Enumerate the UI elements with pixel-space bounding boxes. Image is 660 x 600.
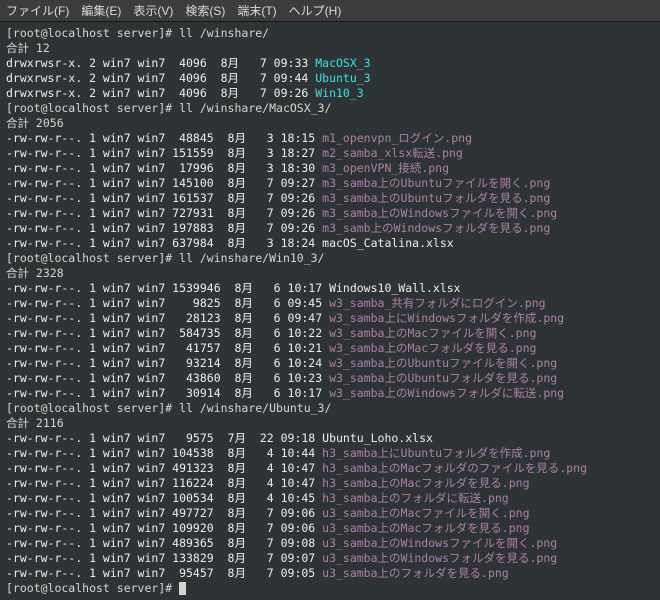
file-entry: w3_samba上のWindowsフォルダに転送.png xyxy=(329,386,564,400)
ls-row: drwxrwsr-x. 2 win7 win7 4096 8月 7 09:26 … xyxy=(6,86,654,101)
file-entry: w3_samba上のMacファイルを開く.png xyxy=(329,326,536,340)
ls-row: -rw-rw-r--. 1 win7 win7 145100 8月 7 09:2… xyxy=(6,176,654,191)
ls-row: -rw-rw-r--. 1 win7 win7 28123 8月 6 09:47… xyxy=(6,311,654,326)
file-entry: u3_samba上のWindowsファイルを開く.png xyxy=(322,536,557,550)
file-entry: u3_samba上のWindowsフォルダを見る.png xyxy=(322,551,557,565)
total-line: 合計 2328 xyxy=(6,266,654,281)
ls-row: -rw-rw-r--. 1 win7 win7 43860 8月 6 10:23… xyxy=(6,371,654,386)
ls-row: -rw-rw-r--. 1 win7 win7 133829 8月 7 09:0… xyxy=(6,551,654,566)
file-entry: h3_samba上のMacフォルダのファイルを見る.png xyxy=(322,461,587,475)
ls-row: drwxrwsr-x. 2 win7 win7 4096 8月 7 09:33 … xyxy=(6,56,654,71)
ls-row: -rw-rw-r--. 1 win7 win7 41757 8月 6 10:21… xyxy=(6,341,654,356)
ls-row: -rw-rw-r--. 1 win7 win7 584735 8月 6 10:2… xyxy=(6,326,654,341)
ls-row: -rw-rw-r--. 1 win7 win7 9825 8月 6 09:45 … xyxy=(6,296,654,311)
file-entry: w3_samba上にWindowsフォルダを作成.png xyxy=(329,311,564,325)
file-entry: m3_samba上のWindowsファイルを開く.png xyxy=(322,206,557,220)
ls-row: -rw-rw-r--. 1 win7 win7 497727 8月 7 09:0… xyxy=(6,506,654,521)
file-entry: m3_samba上のUbuntuファイルを開く.png xyxy=(322,176,550,190)
file-entry: w3_samba上のUbuntuフォルダを見る.png xyxy=(329,371,557,385)
ls-row: -rw-rw-r--. 1 win7 win7 116224 8月 4 10:4… xyxy=(6,476,654,491)
file-entry: w3_samba上のMacフォルダを見る.png xyxy=(329,341,536,355)
menu-file[interactable]: ファイル(F) xyxy=(6,2,69,19)
menu-view[interactable]: 表示(V) xyxy=(133,2,173,19)
prompt: [root@localhost server]# ll /winshare/ xyxy=(6,26,654,41)
file-entry: w3_samba上のUbuntuファイルを開く.png xyxy=(329,356,557,370)
file-entry: Ubuntu_Loho.xlsx xyxy=(322,431,433,445)
ls-row: -rw-rw-r--. 1 win7 win7 1539946 8月 6 10:… xyxy=(6,281,654,296)
menu-search[interactable]: 検索(S) xyxy=(185,2,225,19)
ls-row: -rw-rw-r--. 1 win7 win7 93214 8月 6 10:24… xyxy=(6,356,654,371)
menu-terminal[interactable]: 端末(T) xyxy=(237,2,276,19)
ls-row: -rw-rw-r--. 1 win7 win7 491323 8月 4 10:4… xyxy=(6,461,654,476)
prompt: [root@localhost server]# ll /winshare/Ub… xyxy=(6,401,654,416)
ls-row: -rw-rw-r--. 1 win7 win7 30914 8月 6 10:17… xyxy=(6,386,654,401)
ls-row: -rw-rw-r--. 1 win7 win7 109920 8月 7 09:0… xyxy=(6,521,654,536)
ls-row: -rw-rw-r--. 1 win7 win7 489365 8月 7 09:0… xyxy=(6,536,654,551)
prompt[interactable]: [root@localhost server]# xyxy=(6,581,654,596)
file-entry: w3_samba_共有フォルダにログイン.png xyxy=(329,296,546,310)
file-entry: h3_samba上にUbuntuフォルダを作成.png xyxy=(322,446,550,460)
menu-help[interactable]: ヘルプ(H) xyxy=(289,2,342,19)
dir-entry: Win10_3 xyxy=(315,86,363,100)
ls-row: -rw-rw-r--. 1 win7 win7 161537 8月 7 09:2… xyxy=(6,191,654,206)
file-entry: h3_samba上のフォルダに転送.png xyxy=(322,491,509,505)
ls-row: -rw-rw-r--. 1 win7 win7 17996 8月 3 18:30… xyxy=(6,161,654,176)
cursor xyxy=(179,582,186,595)
file-entry: m3_openVPN_接続.png xyxy=(322,161,449,175)
ls-row: -rw-rw-r--. 1 win7 win7 637984 8月 3 18:2… xyxy=(6,236,654,251)
dir-entry: Ubuntu_3 xyxy=(315,71,370,85)
ls-row: -rw-rw-r--. 1 win7 win7 151559 8月 3 18:2… xyxy=(6,146,654,161)
ls-row: -rw-rw-r--. 1 win7 win7 48845 8月 3 18:15… xyxy=(6,131,654,146)
file-entry: u3_samba上のフォルダを見る.png xyxy=(322,566,509,580)
file-entry: Windows10_Wall.xlsx xyxy=(329,281,461,295)
prompt: [root@localhost server]# ll /winshare/Ma… xyxy=(6,101,654,116)
file-entry: m2_samba_xlsx転送.png xyxy=(322,146,463,160)
ls-row: -rw-rw-r--. 1 win7 win7 727931 8月 7 09:2… xyxy=(6,206,654,221)
prompt: [root@localhost server]# ll /winshare/Wi… xyxy=(6,251,654,266)
file-entry: m1_openvpn_ログイン.png xyxy=(322,131,472,145)
file-entry: u3_samba上のMacフォルダを見る.png xyxy=(322,521,529,535)
menu-edit[interactable]: 編集(E) xyxy=(81,2,121,19)
total-line: 合計 2116 xyxy=(6,416,654,431)
file-entry: m3_samb上のWindowsフォルダを見る.png xyxy=(322,221,550,235)
file-entry: h3_samba上のMacフォルダを見る.png xyxy=(322,476,529,490)
file-entry: macOS_Catalina.xlsx xyxy=(322,236,454,250)
total-line: 合計 2056 xyxy=(6,116,654,131)
ls-row: -rw-rw-r--. 1 win7 win7 95457 8月 7 09:05… xyxy=(6,566,654,581)
total-line: 合計 12 xyxy=(6,41,654,56)
terminal-output[interactable]: [root@localhost server]# ll /winshare/合計… xyxy=(0,22,660,600)
ls-row: -rw-rw-r--. 1 win7 win7 100534 8月 4 10:4… xyxy=(6,491,654,506)
ls-row: -rw-rw-r--. 1 win7 win7 197883 8月 7 09:2… xyxy=(6,221,654,236)
menubar: ファイル(F) 編集(E) 表示(V) 検索(S) 端末(T) ヘルプ(H) xyxy=(0,0,660,22)
dir-entry: MacOSX_3 xyxy=(315,56,370,70)
file-entry: m3_samba上のUbuntuフォルダを見る.png xyxy=(322,191,550,205)
ls-row: -rw-rw-r--. 1 win7 win7 9575 7月 22 09:18… xyxy=(6,431,654,446)
ls-row: drwxrwsr-x. 2 win7 win7 4096 8月 7 09:44 … xyxy=(6,71,654,86)
ls-row: -rw-rw-r--. 1 win7 win7 104538 8月 4 10:4… xyxy=(6,446,654,461)
file-entry: u3_samba上のMacファイルを開く.png xyxy=(322,506,529,520)
